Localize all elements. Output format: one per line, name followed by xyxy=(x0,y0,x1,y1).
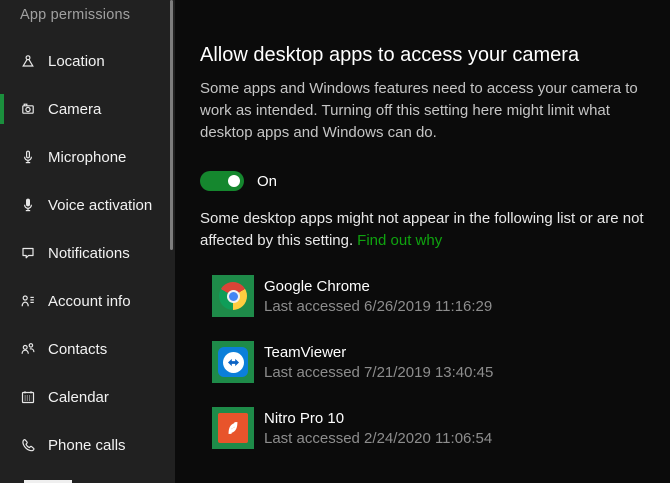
app-last-accessed: Last accessed 7/21/2019 13:40:45 xyxy=(264,364,494,381)
google-chrome-icon xyxy=(212,275,254,317)
sidebar-item-location[interactable]: Location xyxy=(0,37,175,85)
app-list: Google Chrome Last accessed 6/26/2019 11… xyxy=(212,275,670,449)
sidebar: App permissions Location Camera Micropho… xyxy=(0,0,175,483)
sidebar-item-label: Notifications xyxy=(48,244,130,262)
app-name: Google Chrome xyxy=(264,278,370,295)
calendar-icon xyxy=(20,389,36,405)
app-name: TeamViewer xyxy=(264,344,347,361)
page-title: Allow desktop apps to access your camera xyxy=(200,44,580,66)
notifications-icon xyxy=(20,245,36,261)
app-row-nitro-pro: Nitro Pro 10 Last accessed 2/24/2020 11:… xyxy=(212,407,670,449)
sidebar-item-label: Contacts xyxy=(48,340,108,358)
nitro-pro-icon xyxy=(212,407,254,449)
app-row-teamviewer: TeamViewer Last accessed 7/21/2019 13:40… xyxy=(212,341,670,383)
sidebar-item-notifications[interactable]: Notifications xyxy=(0,229,175,277)
sidebar-item-contacts[interactable]: Contacts xyxy=(0,325,175,373)
main-content: Allow desktop apps to access your camera… xyxy=(175,0,670,483)
app-last-accessed: Last accessed 2/24/2020 11:06:54 xyxy=(264,430,493,447)
sidebar-item-account-info[interactable]: Account info xyxy=(0,277,175,325)
voice-activation-icon xyxy=(20,197,36,213)
sidebar-item-camera[interactable]: Camera xyxy=(0,85,175,133)
find-out-why-link[interactable]: Find out why xyxy=(357,232,442,249)
sidebar-item-label: Account info xyxy=(48,292,131,310)
sidebar-item-label: Microphone xyxy=(48,148,127,166)
account-info-icon xyxy=(20,293,36,309)
toggle-knob xyxy=(228,175,240,187)
sidebar-item-calendar[interactable]: Calendar xyxy=(0,373,175,421)
settings-window: { "sidebar": { "header": "App permission… xyxy=(0,0,670,483)
app-last-accessed: Last accessed 6/26/2019 11:16:29 xyxy=(264,298,493,315)
sidebar-nav: Location Camera Microphone Voice activat… xyxy=(0,37,175,469)
page-description: Some apps and Windows features need to a… xyxy=(200,80,638,141)
phone-calls-icon xyxy=(20,437,36,453)
teamviewer-icon xyxy=(212,341,254,383)
camera-icon xyxy=(20,101,36,117)
sidebar-header: App permissions xyxy=(20,7,131,23)
location-icon xyxy=(20,53,36,69)
camera-access-toggle-row: On xyxy=(200,171,670,191)
sidebar-item-label: Voice activation xyxy=(48,196,153,214)
toggle-state-label: On xyxy=(257,172,278,190)
sidebar-item-label: Calendar xyxy=(48,388,109,406)
selected-accent-bar xyxy=(0,94,4,124)
contacts-icon xyxy=(20,341,36,357)
desktop-apps-note: Some desktop apps might not appear in th… xyxy=(200,208,662,252)
sidebar-item-label: Phone calls xyxy=(48,436,126,454)
app-row-google-chrome: Google Chrome Last accessed 6/26/2019 11… xyxy=(212,275,670,317)
app-name: Nitro Pro 10 xyxy=(264,410,345,427)
sidebar-item-label: Location xyxy=(48,52,105,70)
sidebar-scrollbar[interactable] xyxy=(170,0,173,250)
camera-access-toggle[interactable] xyxy=(200,171,244,191)
sidebar-item-microphone[interactable]: Microphone xyxy=(0,133,175,181)
sidebar-item-label: Camera xyxy=(48,100,102,118)
sidebar-item-voice-activation[interactable]: Voice activation xyxy=(0,181,175,229)
sidebar-item-phone-calls[interactable]: Phone calls xyxy=(0,421,175,469)
microphone-icon xyxy=(20,149,36,165)
